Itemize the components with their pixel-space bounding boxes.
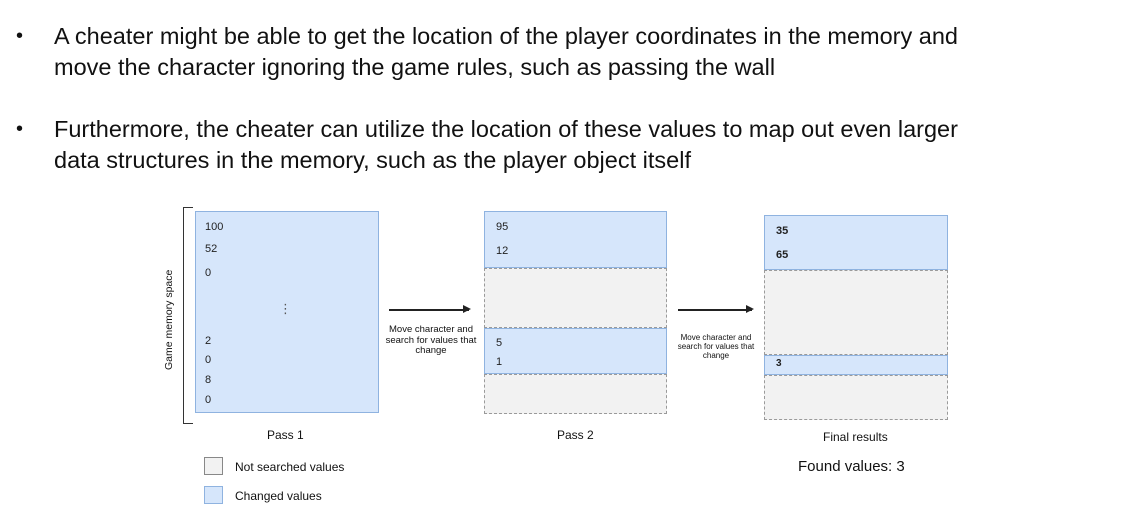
found-values-text: Found values: 3	[798, 458, 905, 475]
memory-value: 3	[776, 358, 782, 369]
axis-bracket	[183, 207, 193, 424]
memory-value: 8	[205, 374, 212, 386]
ellipsis: ⋮	[279, 301, 292, 316]
bullet-dot: •	[16, 118, 24, 140]
memory-value: 52	[205, 243, 218, 255]
memory-value: 1	[496, 356, 503, 368]
memory-value: 12	[496, 245, 509, 257]
bullet-text: A cheater might be able to get the locat…	[54, 23, 958, 80]
final-results-label: Final results	[823, 430, 888, 444]
memory-value: 0	[205, 267, 212, 279]
axis-label: Game memory space	[163, 269, 175, 370]
pass2-memory-block: 95 12 5 1	[484, 211, 667, 414]
memory-value: 65	[776, 249, 789, 261]
step-arrow	[678, 306, 754, 312]
bullet-dot: •	[16, 25, 24, 47]
unsearched-region	[764, 375, 948, 420]
unsearched-region	[764, 270, 948, 355]
memory-value: 5	[496, 337, 503, 349]
legend-label: Not searched values	[235, 460, 345, 474]
memory-value: 95	[496, 221, 509, 233]
step-arrow	[389, 306, 471, 312]
bullet-text: Furthermore, the cheater can utilize the…	[54, 116, 958, 173]
unsearched-region	[484, 268, 667, 328]
unsearched-region	[484, 374, 667, 414]
memory-value: 2	[205, 335, 212, 347]
pass2-label: Pass 2	[557, 428, 594, 442]
step-label: Move character and search for values tha…	[385, 324, 477, 356]
memory-value: 0	[205, 354, 212, 366]
memory-value: 35	[776, 225, 789, 237]
final-memory-block: 35 65 3	[764, 215, 948, 420]
legend-label: Changed values	[235, 489, 322, 503]
watermark: ​	[48, 302, 73, 378]
changed-region	[484, 211, 667, 268]
legend-swatch-not-searched	[204, 457, 223, 475]
changed-region	[484, 328, 667, 374]
changed-region	[764, 355, 948, 375]
pass1-label: Pass 1	[267, 428, 304, 442]
memory-value: 0	[205, 394, 212, 406]
step-label: Move character and search for values tha…	[677, 333, 755, 360]
legend-swatch-changed	[204, 486, 223, 504]
memory-value: 100	[205, 221, 224, 233]
pass1-memory-block: 100 52 0 ⋮ 2 0 8 0	[195, 211, 379, 413]
changed-region	[764, 215, 948, 270]
